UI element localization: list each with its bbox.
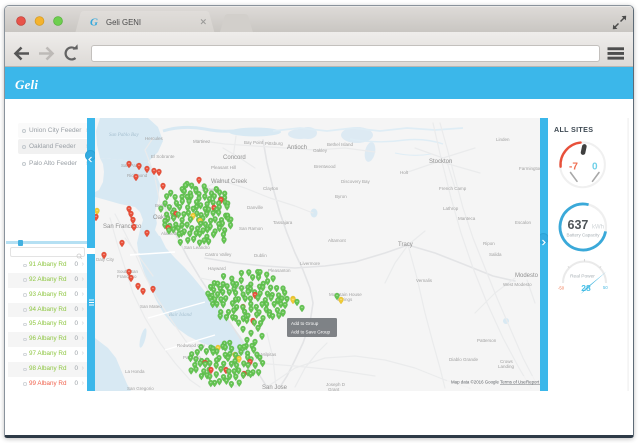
svg-text:San Jose: San Jose (262, 385, 288, 391)
svg-text:Salida: Salida (489, 252, 502, 257)
svg-text:Modesto: Modesto (515, 273, 539, 279)
svg-text:Diablo Grande: Diablo Grande (449, 357, 479, 362)
svg-text:Farmington: Farmington (519, 166, 540, 171)
svg-text:Concord: Concord (223, 155, 246, 161)
svg-text:El Sobrante: El Sobrante (151, 154, 175, 159)
svg-text:Livermore: Livermore (300, 261, 321, 266)
svg-text:Linden: Linden (496, 137, 510, 142)
svg-text:Clayton: Clayton (263, 186, 279, 191)
svg-text:Daly City: Daly City (96, 257, 115, 262)
svg-text:ALL SITES: ALL SITES (554, 125, 593, 134)
svg-text:Escalon: Escalon (515, 220, 532, 225)
svg-text:50: 50 (603, 285, 608, 290)
svg-text:Stockton: Stockton (429, 159, 452, 165)
svg-text:Real Power: Real Power (570, 274, 595, 280)
svg-text:Dublin: Dublin (254, 253, 267, 258)
svg-text:Ripon: Ripon (483, 241, 495, 246)
svg-text:San Leandro: San Leandro (184, 245, 210, 250)
svg-text:Martinez: Martinez (193, 139, 211, 144)
svg-text:Hayward: Hayward (208, 266, 226, 271)
svg-text:Lathrop: Lathrop (443, 206, 459, 211)
svg-text:Discovery Bay: Discovery Bay (341, 179, 371, 184)
svg-text:San Mateo: San Mateo (140, 304, 162, 309)
svg-text:637: 637 (568, 218, 589, 232)
svg-text:San Pablo Bay: San Pablo Bay (109, 133, 139, 138)
svg-text:Hercules: Hercules (145, 136, 164, 141)
svg-text:0: 0 (592, 162, 598, 173)
svg-text:Francisco: Francisco (117, 274, 137, 279)
svg-text:Patterson: Patterson (477, 338, 497, 343)
svg-text:Map data ©2016 Google: Map data ©2016 Google (451, 380, 499, 385)
svg-text:Add to Save Group: Add to Save Group (291, 330, 331, 335)
svg-text:Tassajara: Tassajara (273, 220, 293, 225)
svg-text:Bay Point: Bay Point (244, 140, 264, 145)
svg-text:Tracy: Tracy (398, 242, 413, 248)
svg-text:Holt: Holt (400, 170, 409, 175)
svg-text:Vernalis: Vernalis (416, 278, 433, 283)
svg-text:Pleasant Hill: Pleasant Hill (211, 165, 236, 170)
svg-text:G: G (90, 17, 98, 29)
svg-text:kWh: kWh (592, 225, 604, 231)
svg-text:Terms of Use: Terms of Use (500, 380, 526, 385)
svg-text:Danville: Danville (247, 205, 264, 210)
svg-text:Manteca: Manteca (458, 216, 476, 221)
svg-text:San Ramon: San Ramon (239, 226, 263, 231)
svg-text:French Camp: French Camp (439, 186, 467, 191)
svg-text:Milpitas: Milpitas (261, 352, 277, 357)
svg-text:Bethel Island: Bethel Island (327, 142, 354, 147)
svg-text:Brentwood: Brentwood (314, 164, 336, 169)
svg-text:Landing: Landing (498, 364, 515, 369)
svg-text:Walnut Creek: Walnut Creek (211, 179, 248, 185)
svg-text:San Gregorio: San Gregorio (127, 386, 154, 391)
svg-text:-50: -50 (558, 286, 565, 291)
svg-text:Add to Group: Add to Group (291, 321, 319, 326)
svg-text:Geli GENI: Geli GENI (106, 18, 141, 27)
svg-text:West Modesto: West Modesto (503, 282, 532, 287)
svg-text:Report a: Report a (526, 380, 540, 385)
svg-text:La Honda: La Honda (125, 369, 145, 374)
svg-text:Byron: Byron (335, 194, 347, 199)
svg-text:Bair Island: Bair Island (169, 313, 192, 318)
svg-text:Altamont: Altamont (328, 238, 347, 243)
svg-text:Pittsburg: Pittsburg (265, 141, 283, 146)
svg-text:Castro Valley: Castro Valley (205, 252, 232, 257)
svg-text:-7: -7 (569, 162, 578, 173)
svg-text:28: 28 (581, 283, 591, 293)
svg-text:Grant: Grant (328, 387, 340, 391)
svg-text:Battery Capacity: Battery Capacity (566, 233, 600, 238)
svg-text:Antioch: Antioch (287, 145, 307, 151)
svg-text:Oakley: Oakley (313, 148, 328, 153)
svg-text:Pleasanton: Pleasanton (268, 268, 291, 273)
